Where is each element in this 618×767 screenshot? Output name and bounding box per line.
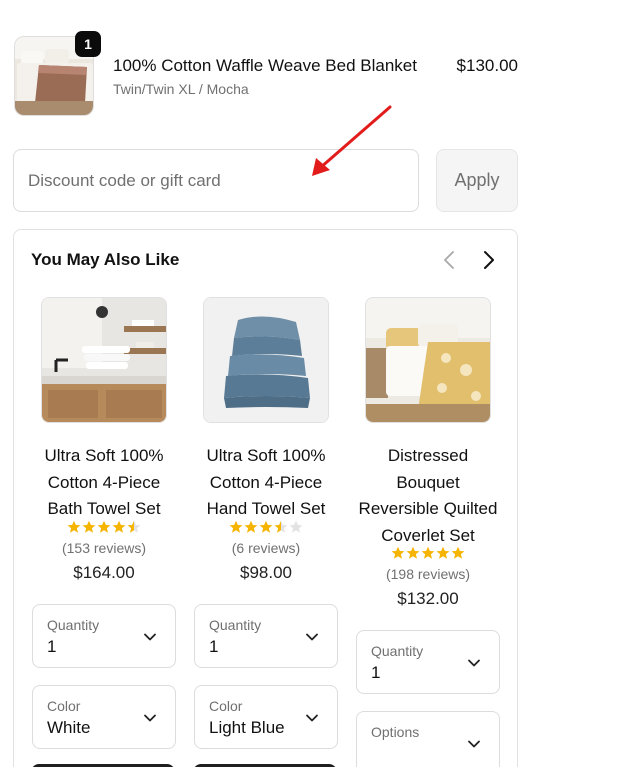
quantity-label: Quantity: [47, 616, 100, 633]
cart-quantity-badge: 1: [75, 31, 101, 57]
cart-line-item: 1 100% Cotton Waffle Weave Bed Blanket T…: [14, 31, 518, 118]
review-count: (153 reviews): [61, 539, 147, 556]
star-icon: [436, 546, 450, 559]
discount-code-input[interactable]: [13, 149, 419, 212]
color-label: Color: [209, 697, 243, 714]
product-card: Ultra Soft 100% Cotton 4-Piece Bath Towe…: [31, 297, 177, 749]
product-image-hand-towel-set[interactable]: [203, 297, 329, 423]
color-value: White: [47, 717, 91, 737]
cart-item-variant: Twin/Twin XL / Mocha: [113, 81, 249, 97]
star-icon: [97, 520, 111, 533]
star-icon: [391, 546, 405, 559]
quantity-select[interactable]: Quantity 1: [194, 603, 338, 668]
star-icon: [229, 520, 243, 533]
options-select[interactable]: Options: [356, 711, 500, 767]
star-icon: [289, 520, 303, 533]
review-count: (6 reviews): [231, 539, 301, 556]
quantity-value: 1: [47, 636, 57, 656]
chevron-down-icon: [468, 659, 480, 667]
chevron-left-icon: [444, 251, 454, 269]
star-icon: [127, 520, 141, 533]
apply-discount-button[interactable]: Apply: [436, 149, 518, 212]
product-card: Distressed Bouquet Reversible Quilted Co…: [355, 297, 501, 767]
star-icon: [244, 520, 258, 533]
chevron-down-icon: [144, 633, 156, 640]
product-price: $132.00: [397, 589, 459, 608]
star-icon: [274, 520, 288, 533]
chevron-down-icon: [468, 740, 480, 748]
upsell-title: You May Also Like: [31, 250, 180, 269]
product-name[interactable]: Distressed Bouquet Reversible Quilted Co…: [355, 443, 501, 549]
cart-item-price: $130.00: [456, 56, 518, 75]
product-price: $164.00: [73, 562, 135, 582]
upsell-panel: You May Also Like Ultra Soft 100% Cotton…: [13, 229, 518, 767]
product-card: Ultra Soft 100% Cotton 4-Piece Hand Towe…: [193, 297, 339, 749]
star-icon: [406, 546, 420, 559]
star-icon: [451, 546, 465, 559]
product-name[interactable]: Ultra Soft 100% Cotton 4-Piece Hand Towe…: [193, 443, 339, 523]
chevron-right-icon: [484, 251, 494, 269]
carousel-next-button[interactable]: [477, 247, 501, 273]
quantity-select[interactable]: Quantity 1: [32, 603, 176, 668]
chevron-down-icon: [306, 714, 318, 721]
chevron-down-icon: [144, 714, 156, 721]
quantity-value: 1: [371, 663, 381, 682]
cart-item-title: 100% Cotton Waffle Weave Bed Blanket: [113, 56, 417, 75]
quantity-value: 1: [209, 636, 219, 656]
star-icon: [421, 546, 435, 559]
star-icon: [67, 520, 81, 533]
product-price: $98.00: [240, 562, 292, 582]
product-image-coverlet-set[interactable]: [365, 297, 491, 423]
quantity-select[interactable]: Quantity 1: [356, 630, 500, 694]
star-icon: [259, 520, 273, 533]
quantity-label: Quantity: [371, 643, 424, 659]
color-select[interactable]: Color Light Blue: [194, 684, 338, 749]
color-label: Color: [47, 697, 81, 714]
star-icon: [112, 520, 126, 533]
star-rating: [355, 546, 501, 562]
chevron-down-icon: [306, 633, 318, 640]
review-count: (198 reviews): [385, 566, 471, 582]
color-value: Light Blue: [209, 717, 285, 737]
color-select[interactable]: Color White: [32, 684, 176, 749]
options-label: Options: [371, 724, 420, 740]
product-image-bath-towel-set[interactable]: [41, 297, 167, 423]
carousel-prev-button[interactable]: [437, 247, 461, 273]
product-name[interactable]: Ultra Soft 100% Cotton 4-Piece Bath Towe…: [31, 443, 177, 523]
quantity-label: Quantity: [209, 616, 262, 633]
star-icon: [82, 520, 96, 533]
